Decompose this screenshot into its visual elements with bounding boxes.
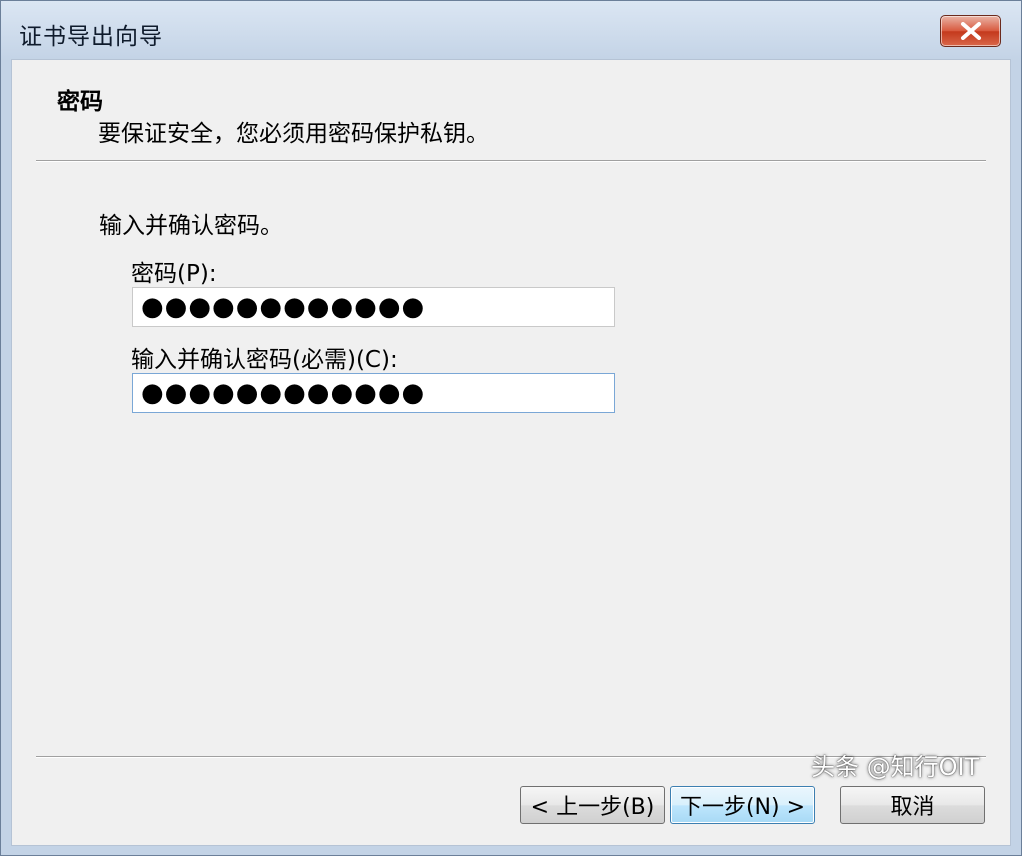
- cancel-button[interactable]: 取消: [840, 786, 985, 824]
- page-title: 密码: [57, 89, 103, 115]
- close-button[interactable]: [940, 15, 1001, 47]
- confirm-password-input[interactable]: ●●●●●●●●●●●●: [132, 373, 615, 413]
- watermark: 头条 @知行OIT: [811, 753, 980, 781]
- page-description: 要保证安全，您必须用密码保护私钥。: [98, 121, 489, 147]
- next-button[interactable]: 下一步(N) >: [670, 786, 815, 824]
- back-button[interactable]: < 上一步(B): [520, 786, 665, 824]
- confirm-password-label: 输入并确认密码(必需)(C):: [131, 347, 398, 373]
- wizard-content: 密码 要保证安全，您必须用密码保护私钥。 输入并确认密码。 密码(P): ●●●…: [11, 59, 1011, 846]
- certificate-export-wizard-window: 证书导出向导 密码 要保证安全，您必须用密码保护私钥。 输入并确认密码。 密码(…: [0, 0, 1022, 856]
- window-title: 证书导出向导: [19, 24, 163, 50]
- close-x-icon: [960, 22, 981, 40]
- password-input[interactable]: ●●●●●●●●●●●●: [132, 287, 615, 327]
- header-divider: [36, 160, 986, 162]
- instruction-text: 输入并确认密码。: [99, 213, 283, 239]
- password-label: 密码(P):: [131, 261, 217, 287]
- title-bar: 证书导出向导: [1, 1, 1021, 59]
